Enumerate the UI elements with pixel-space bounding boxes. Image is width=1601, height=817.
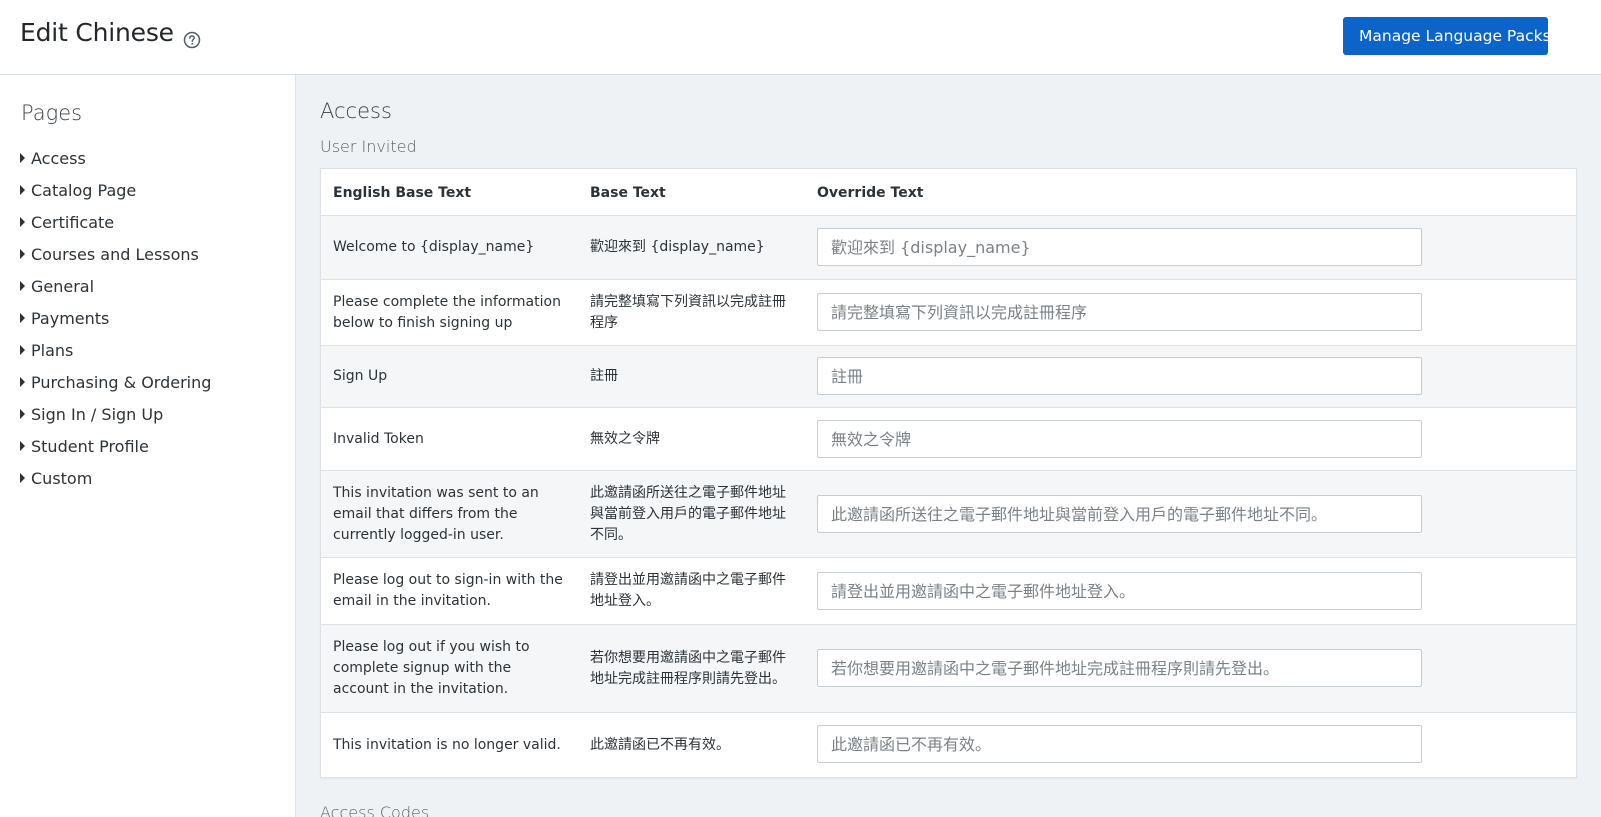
english-text-cell: This invitation was sent to an email tha… xyxy=(333,484,539,543)
override-text-input[interactable] xyxy=(817,572,1422,610)
column-header-override: Override Text xyxy=(817,185,924,201)
table-row: Invalid Token 無效之令牌 xyxy=(321,408,1576,471)
base-text-cell: 請完整填寫下列資訊以完成註冊程序 xyxy=(590,293,786,331)
table-row: Sign Up 註冊 xyxy=(321,346,1576,408)
sidebar-item-label: Purchasing & Ordering xyxy=(31,372,212,392)
caret-right-icon xyxy=(20,153,25,163)
english-text-cell: Please log out if you wish to complete s… xyxy=(333,639,530,697)
base-text-cell: 歡迎來到 {display_name} xyxy=(590,239,765,255)
column-header-base: Base Text xyxy=(590,185,666,201)
override-text-input[interactable] xyxy=(817,293,1422,331)
page-title-wrap: Edit Chinese xyxy=(20,18,201,48)
sidebar-item-purchasing-ordering[interactable]: Purchasing & Ordering xyxy=(20,366,211,398)
sidebar-item-access[interactable]: Access xyxy=(20,142,211,174)
caret-right-icon xyxy=(20,249,25,259)
next-section-title: Access Codes xyxy=(320,803,430,817)
table-header: English Base Text Base Text Override Tex… xyxy=(321,169,1576,216)
table-row: This invitation is no longer valid. 此邀請函… xyxy=(321,713,1576,777)
sidebar-item-label: Certificate xyxy=(31,212,115,232)
subsection-title: User Invited xyxy=(320,137,417,156)
english-text-cell: Please complete the information below to… xyxy=(333,293,561,331)
sidebar-title: Pages xyxy=(21,101,83,125)
sidebar-item-custom[interactable]: Custom xyxy=(20,462,211,494)
section-title: Access xyxy=(320,99,392,123)
table-row: Please log out if you wish to complete s… xyxy=(321,625,1576,713)
sidebar-item-certificate[interactable]: Certificate xyxy=(20,206,211,238)
override-text-input[interactable] xyxy=(817,649,1422,687)
caret-right-icon xyxy=(20,281,25,291)
caret-right-icon xyxy=(20,345,25,355)
sidebar-item-label: Payments xyxy=(31,308,110,328)
override-text-input[interactable] xyxy=(817,725,1422,763)
base-text-cell: 請登出並用邀請函中之電子郵件地址登入。 xyxy=(590,572,786,609)
override-text-input[interactable] xyxy=(817,420,1422,458)
sidebar-item-label: Custom xyxy=(31,468,93,488)
top-bar: Edit Chinese Manage Language Packs xyxy=(0,0,1601,75)
sidebar-item-catalog-page[interactable]: Catalog Page xyxy=(20,174,211,206)
table-row: This invitation was sent to an email tha… xyxy=(321,471,1576,558)
override-text-input[interactable] xyxy=(817,228,1422,266)
sidebar-item-label: Student Profile xyxy=(31,436,149,456)
caret-right-icon xyxy=(20,441,25,451)
base-text-cell: 註冊 xyxy=(590,368,618,384)
base-text-cell: 若你想要用邀請函中之電子郵件地址完成註冊程序則請先登出。 xyxy=(590,649,786,687)
sidebar-nav: Access Catalog Page Certificate Courses … xyxy=(20,142,211,494)
sidebar-item-label: Sign In / Sign Up xyxy=(31,404,164,424)
table-row: Please complete the information below to… xyxy=(321,280,1576,346)
sidebar-item-sign-in-sign-up[interactable]: Sign In / Sign Up xyxy=(20,398,211,430)
sidebar-item-label: Plans xyxy=(31,340,74,360)
base-text-cell: 無效之令牌 xyxy=(590,430,660,447)
english-text-cell: This invitation is no longer valid. xyxy=(333,736,561,753)
caret-down-icon xyxy=(1560,34,1571,39)
table-row: Welcome to {display_name} 歡迎來到 {display_… xyxy=(321,216,1576,280)
caret-right-icon xyxy=(20,409,25,419)
sidebar-item-plans[interactable]: Plans xyxy=(20,334,211,366)
page-title: Edit Chinese xyxy=(20,18,174,47)
sidebar-item-label: Access xyxy=(31,148,86,168)
manage-language-packs-label: Manage Language Packs xyxy=(1359,27,1551,45)
sidebar-item-label: General xyxy=(31,276,95,296)
base-text-cell: 此邀請函所送往之電子郵件地址與當前登入用戶的電子郵件地址不同。 xyxy=(590,484,786,543)
sidebar-item-student-profile[interactable]: Student Profile xyxy=(20,430,211,462)
manage-language-packs-button[interactable]: Manage Language Packs xyxy=(1343,17,1571,55)
english-text-cell: Sign Up xyxy=(333,368,388,384)
column-header-english: English Base Text xyxy=(333,185,472,201)
caret-right-icon xyxy=(20,185,25,195)
sidebar-item-courses-and-lessons[interactable]: Courses and Lessons xyxy=(20,238,211,270)
override-text-input[interactable] xyxy=(817,357,1422,395)
caret-right-icon xyxy=(20,473,25,483)
caret-right-icon xyxy=(20,217,25,227)
english-text-cell: Please log out to sign-in with the email… xyxy=(333,572,563,609)
english-text-cell: Invalid Token xyxy=(333,430,424,447)
override-text-input[interactable] xyxy=(817,495,1422,533)
sidebar-item-general[interactable]: General xyxy=(20,270,211,302)
caret-right-icon xyxy=(20,377,25,387)
main-content: Access User Invited English Base Text Ba… xyxy=(296,75,1601,817)
help-icon[interactable] xyxy=(183,26,201,48)
sidebar-item-label: Catalog Page xyxy=(31,180,137,200)
table-row: Please log out to sign-in with the email… xyxy=(321,558,1576,625)
sidebar: Pages Access Catalog Page Certificate Co… xyxy=(0,75,296,817)
translation-table: English Base Text Base Text Override Tex… xyxy=(320,168,1577,778)
caret-right-icon xyxy=(20,313,25,323)
sidebar-item-payments[interactable]: Payments xyxy=(20,302,211,334)
sidebar-item-label: Courses and Lessons xyxy=(31,244,199,264)
english-text-cell: Welcome to {display_name} xyxy=(333,239,535,255)
base-text-cell: 此邀請函已不再有效。 xyxy=(590,736,730,753)
